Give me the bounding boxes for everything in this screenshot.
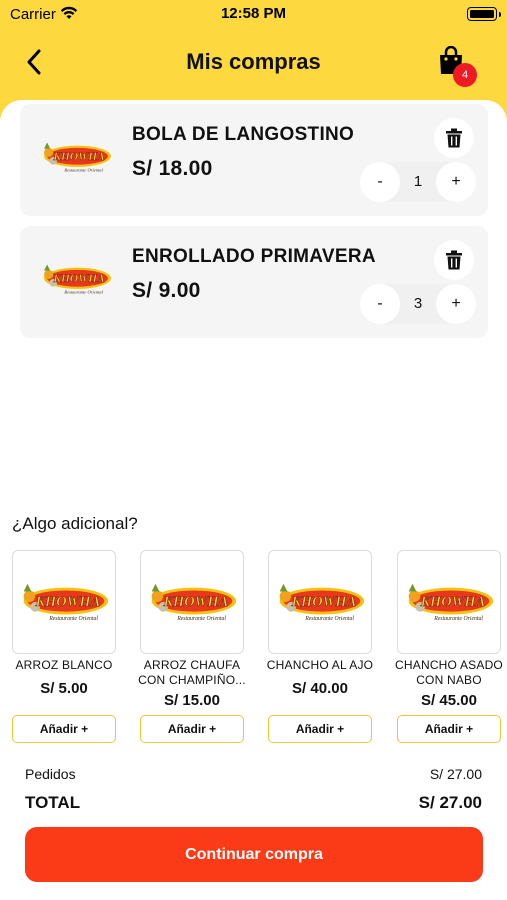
quantity-value: 3 — [413, 295, 423, 312]
restaurant-logo — [36, 138, 116, 176]
product-price: S/ 45.00 — [421, 692, 477, 709]
restaurant-logo — [272, 578, 368, 626]
trash-icon — [446, 128, 462, 148]
product-price: S/ 15.00 — [164, 692, 220, 709]
product-price: S/ 5.00 — [40, 680, 88, 697]
add-button[interactable]: Añadir + — [140, 715, 244, 743]
subtotal-label: Pedidos — [25, 766, 76, 782]
cart-item: ENROLLADO PRIMAVERA S/ 9.00 - 3 + — [20, 226, 488, 338]
decrease-button[interactable]: - — [360, 284, 400, 324]
total-value: S/ 27.00 — [418, 793, 482, 812]
item-name: ENROLLADO PRIMAVERA — [132, 246, 376, 267]
subtotal-value: S/ 27.00 — [429, 766, 482, 782]
delete-button[interactable] — [434, 118, 474, 158]
trash-icon — [446, 250, 462, 270]
product-image[interactable] — [140, 550, 244, 654]
decrease-button[interactable]: - — [360, 162, 400, 202]
total-label: TOTAL — [25, 793, 81, 812]
extra-product-card: ARROZ BLANCO S/ 5.00 Añadir + — [12, 550, 116, 745]
product-name: ARROZ BLANCO — [15, 658, 113, 672]
add-button[interactable]: Añadir + — [268, 715, 372, 743]
product-name: ARROZ CHAUFA CON CHAMPIÑO... — [138, 658, 246, 687]
item-name: BOLA DE LANGOSTINO — [132, 124, 355, 145]
restaurant-logo — [16, 578, 112, 626]
increase-button[interactable]: + — [436, 162, 476, 202]
cart-count-badge: 4 — [453, 63, 477, 87]
cart-button[interactable]: 4 — [434, 44, 478, 88]
continue-purchase-button[interactable]: Continuar compra — [25, 827, 483, 882]
quantity-value: 1 — [413, 173, 423, 190]
status-bar: Carrier 12:58 PM — [0, 0, 507, 28]
battery-icon — [467, 7, 501, 21]
product-image[interactable] — [12, 550, 116, 654]
product-image[interactable] — [397, 550, 501, 654]
restaurant-logo — [144, 578, 240, 626]
add-button[interactable]: Añadir + — [12, 715, 116, 743]
increase-button[interactable]: + — [436, 284, 476, 324]
status-time: 12:58 PM — [220, 5, 287, 22]
cart-item: BOLA DE LANGOSTINO S/ 18.00 - 1 + — [20, 104, 488, 216]
restaurant-logo — [401, 578, 497, 626]
product-name: CHANCHO ASADO CON NABO — [395, 658, 503, 687]
restaurant-logo — [36, 260, 116, 298]
quantity-stepper: - 1 + — [360, 162, 476, 202]
page-title: Mis compras — [186, 49, 321, 74]
item-price: S/ 18.00 — [132, 157, 213, 180]
delete-button[interactable] — [434, 240, 474, 280]
extras-title: ¿Algo adicional? — [12, 514, 138, 533]
extra-product-card: ARROZ CHAUFA CON CHAMPIÑO... S/ 15.00 Añ… — [138, 550, 246, 745]
extras-list: ARROZ BLANCO S/ 5.00 Añadir + ARROZ CHAU… — [12, 550, 507, 745]
add-button[interactable]: Añadir + — [397, 715, 501, 743]
product-price: S/ 40.00 — [292, 680, 348, 697]
quantity-stepper: - 3 + — [360, 284, 476, 324]
extra-product-card: CHANCHO ASADO CON NABO S/ 45.00 Añadir + — [395, 550, 503, 745]
product-name: CHANCHO AL AJO — [266, 658, 374, 672]
extra-product-card: CHANCHO AL AJO S/ 40.00 Añadir + — [267, 550, 373, 745]
item-price: S/ 9.00 — [132, 279, 201, 302]
product-image[interactable] — [268, 550, 372, 654]
